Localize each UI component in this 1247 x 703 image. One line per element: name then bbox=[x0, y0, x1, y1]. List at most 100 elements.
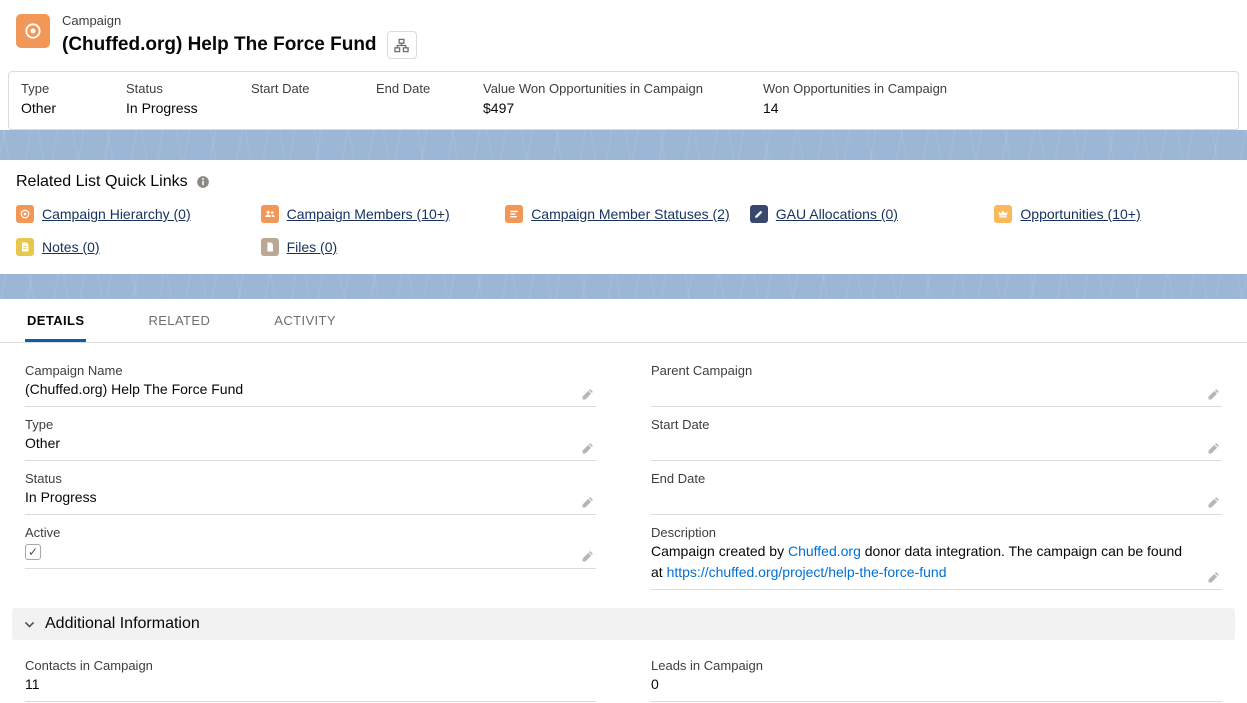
field-description: Description Campaign created by Chuffed.… bbox=[651, 519, 1222, 590]
quick-link-label: Campaign Members (10+) bbox=[287, 206, 450, 222]
additional-information-section-header[interactable]: Additional Information bbox=[12, 608, 1235, 640]
page-title: (Chuffed.org) Help The Force Fund bbox=[62, 33, 377, 57]
highlight-field-end-date: End Date bbox=[376, 80, 483, 119]
field-status: Status In Progress bbox=[25, 465, 596, 515]
section-title: Additional Information bbox=[45, 615, 200, 633]
field-label: Status bbox=[25, 470, 566, 487]
field-value bbox=[651, 433, 1192, 454]
highlight-field-value-won: Value Won Opportunities in Campaign $497 bbox=[483, 80, 763, 119]
background-band bbox=[0, 140, 1247, 160]
field-label: Type bbox=[25, 416, 566, 433]
quick-link-campaign-members[interactable]: Campaign Members (10+) bbox=[261, 205, 450, 223]
edit-icon[interactable] bbox=[1207, 571, 1220, 584]
field-label: Leads in Campaign bbox=[651, 657, 1222, 674]
field-value: 0 bbox=[651, 674, 1222, 695]
field-label: Campaign Name bbox=[25, 362, 566, 379]
check-icon: ✓ bbox=[28, 546, 38, 558]
field-parent-campaign: Parent Campaign bbox=[651, 357, 1222, 407]
additional-right-column: Leads in Campaign 0 Converted Leads in C… bbox=[651, 652, 1222, 703]
details-form: Campaign Name (Chuffed.org) Help The For… bbox=[0, 343, 1247, 594]
field-value: 11 bbox=[25, 674, 596, 695]
title-block: Campaign (Chuffed.org) Help The Force Fu… bbox=[62, 12, 417, 59]
field-label: End Date bbox=[651, 470, 1192, 487]
record-header-top: Campaign (Chuffed.org) Help The Force Fu… bbox=[0, 0, 1247, 69]
highlight-field-type: Type Other bbox=[21, 80, 126, 119]
highlight-label: Type bbox=[21, 80, 116, 98]
field-start-date: Start Date bbox=[651, 411, 1222, 461]
project-url-link[interactable]: https://chuffed.org/project/help-the-for… bbox=[667, 564, 947, 580]
campaign-record-page: Campaign (Chuffed.org) Help The Force Fu… bbox=[0, 0, 1247, 703]
highlight-field-won-opps: Won Opportunities in Campaign 14 bbox=[763, 80, 957, 119]
campaign-member-statuses-icon bbox=[505, 205, 523, 223]
quick-link-files[interactable]: Files (0) bbox=[261, 238, 338, 256]
highlight-label: Value Won Opportunities in Campaign bbox=[483, 80, 753, 98]
edit-icon[interactable] bbox=[1207, 496, 1220, 509]
highlight-value: In Progress bbox=[126, 98, 241, 119]
field-label: Parent Campaign bbox=[651, 362, 1192, 379]
quick-link-label: Opportunities (10+) bbox=[1020, 206, 1140, 222]
tab-activity[interactable]: ACTIVITY bbox=[272, 299, 338, 342]
quick-link-label: Notes (0) bbox=[42, 239, 100, 255]
record-header: Campaign (Chuffed.org) Help The Force Fu… bbox=[0, 0, 1247, 130]
description-text: Campaign created by Chuffed.org donor da… bbox=[651, 541, 1192, 583]
quick-link-label: Campaign Hierarchy (0) bbox=[42, 206, 191, 222]
notes-icon bbox=[16, 238, 34, 256]
edit-icon[interactable] bbox=[581, 496, 594, 509]
files-icon bbox=[261, 238, 279, 256]
additional-information-form: Contacts in Campaign 11 Responses in Cam… bbox=[0, 640, 1247, 703]
edit-icon[interactable] bbox=[581, 388, 594, 401]
gau-allocations-icon bbox=[750, 205, 768, 223]
field-label: Contacts in Campaign bbox=[25, 657, 596, 674]
quick-link-campaign-hierarchy[interactable]: Campaign Hierarchy (0) bbox=[16, 205, 191, 223]
description-segment: Campaign created by bbox=[651, 543, 788, 559]
field-value: In Progress bbox=[25, 487, 566, 508]
edit-icon[interactable] bbox=[1207, 442, 1220, 455]
quick-link-label: GAU Allocations (0) bbox=[776, 206, 898, 222]
highlights-panel: Type Other Status In Progress Start Date… bbox=[8, 71, 1239, 130]
edit-icon[interactable] bbox=[1207, 388, 1220, 401]
details-right-column: Parent Campaign Start Date End Date bbox=[651, 357, 1222, 594]
field-type: Type Other bbox=[25, 411, 596, 461]
edit-icon[interactable] bbox=[581, 442, 594, 455]
field-label: Description bbox=[651, 524, 1192, 541]
field-label: Start Date bbox=[651, 416, 1192, 433]
quick-links-title: Related List Quick Links bbox=[16, 173, 188, 191]
quick-link-label: Files (0) bbox=[287, 239, 338, 255]
campaign-icon bbox=[16, 14, 50, 48]
info-icon[interactable] bbox=[196, 175, 210, 189]
chevron-down-icon bbox=[23, 618, 36, 631]
quick-link-campaign-member-statuses[interactable]: Campaign Member Statuses (2) bbox=[505, 205, 729, 223]
highlight-value: 14 bbox=[763, 98, 947, 119]
edit-icon[interactable] bbox=[581, 550, 594, 563]
related-list-quick-links-card: Related List Quick Links Campaign Hierar… bbox=[0, 160, 1247, 274]
active-checkbox[interactable]: ✓ bbox=[25, 544, 41, 560]
quick-links-grid: Campaign Hierarchy (0) Campaign Members … bbox=[16, 205, 1231, 256]
field-value: (Chuffed.org) Help The Force Fund bbox=[25, 379, 566, 400]
field-contacts-in-campaign: Contacts in Campaign 11 bbox=[25, 652, 596, 702]
highlight-label: Status bbox=[126, 80, 241, 98]
highlight-value bbox=[376, 98, 473, 119]
highlight-value: Other bbox=[21, 98, 116, 119]
field-leads-in-campaign: Leads in Campaign 0 bbox=[651, 652, 1222, 702]
additional-left-column: Contacts in Campaign 11 Responses in Cam… bbox=[25, 652, 596, 703]
record-tabs: DETAILS RELATED ACTIVITY bbox=[0, 299, 1247, 343]
field-active: Active ✓ bbox=[25, 519, 596, 569]
chuffed-org-link[interactable]: Chuffed.org bbox=[788, 543, 861, 559]
quick-link-opportunities[interactable]: Opportunities (10+) bbox=[994, 205, 1140, 223]
details-left-column: Campaign Name (Chuffed.org) Help The For… bbox=[25, 357, 596, 594]
campaign-hierarchy-icon bbox=[16, 205, 34, 223]
details-card: DETAILS RELATED ACTIVITY Campaign Name (… bbox=[0, 299, 1247, 703]
highlight-label: End Date bbox=[376, 80, 473, 98]
tab-related[interactable]: RELATED bbox=[146, 299, 212, 342]
field-label: Active bbox=[25, 524, 566, 541]
hierarchy-button[interactable] bbox=[387, 31, 417, 59]
quick-link-notes[interactable]: Notes (0) bbox=[16, 238, 100, 256]
tab-details[interactable]: DETAILS bbox=[25, 299, 86, 342]
quick-link-gau-allocations[interactable]: GAU Allocations (0) bbox=[750, 205, 898, 223]
background-band bbox=[0, 274, 1247, 299]
field-end-date: End Date bbox=[651, 465, 1222, 515]
campaign-members-icon bbox=[261, 205, 279, 223]
highlight-field-start-date: Start Date bbox=[251, 80, 376, 119]
entity-label: Campaign bbox=[62, 12, 417, 29]
field-campaign-name: Campaign Name (Chuffed.org) Help The For… bbox=[25, 357, 596, 407]
